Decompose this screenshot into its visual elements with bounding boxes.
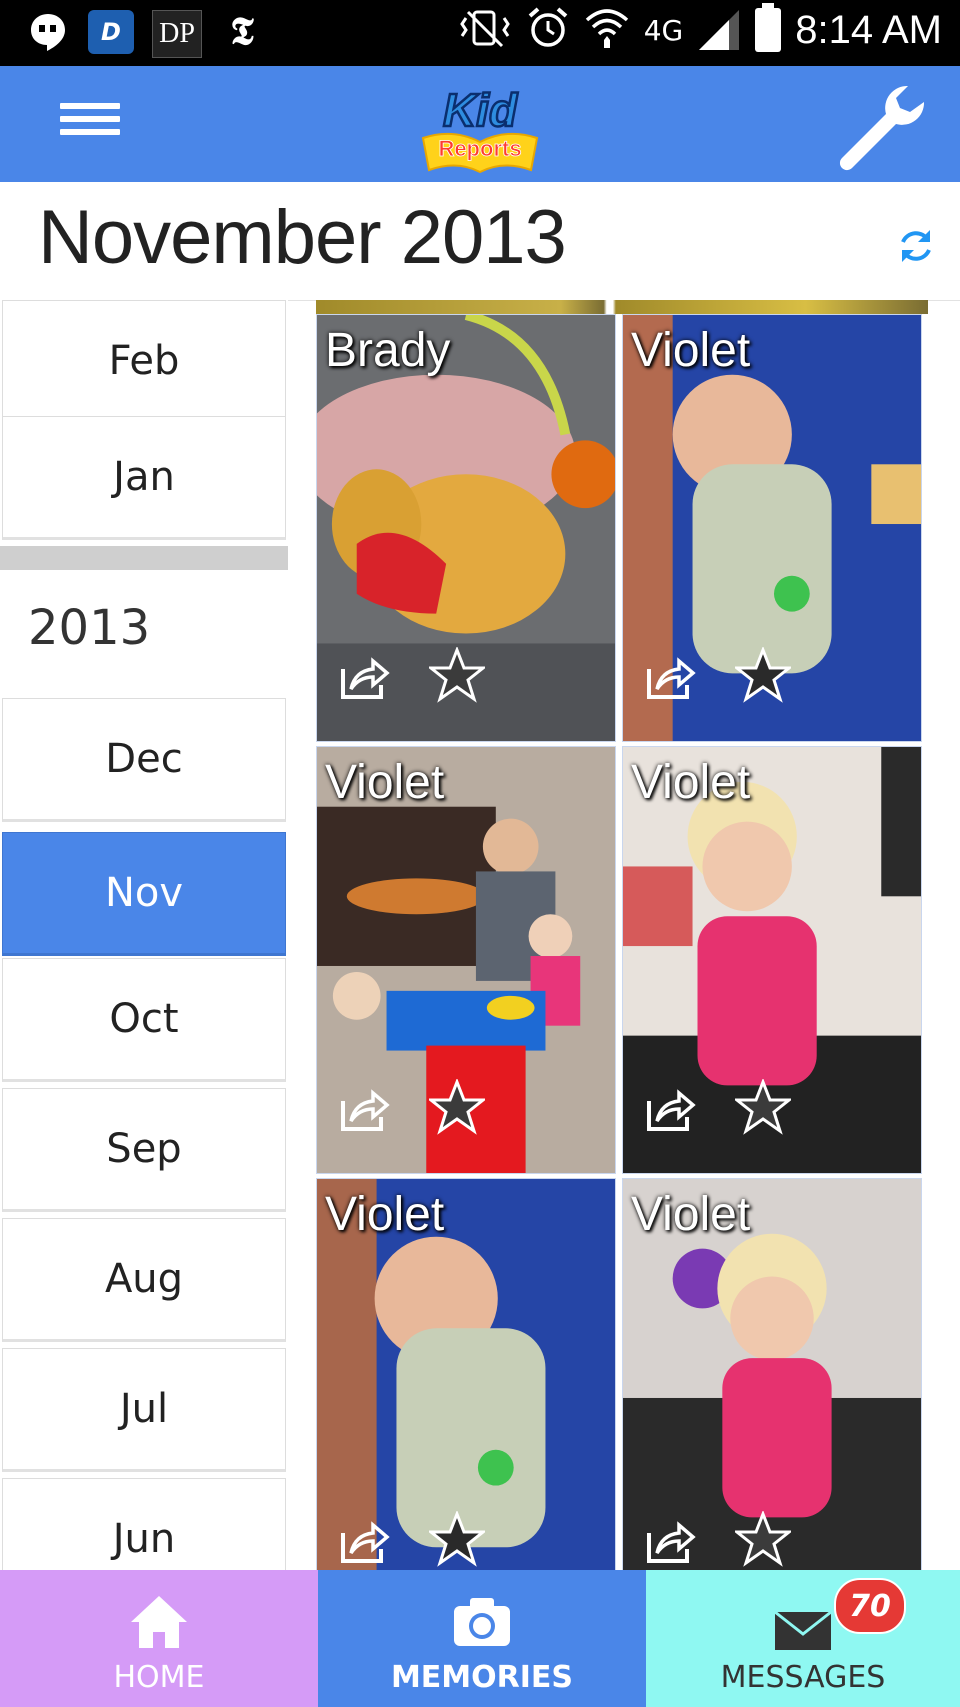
system-icons: 4G 8:14 AM [458, 3, 942, 54]
envelope-icon [774, 1610, 832, 1650]
messages-count-badge: 70 [834, 1578, 906, 1634]
photo-card[interactable]: Violet [316, 1178, 616, 1570]
month-sidebar: Feb Jan 2013 Dec Nov Oct Sep Aug Jul Jun [0, 300, 288, 1570]
star-icon[interactable] [735, 1079, 791, 1135]
wrench-icon[interactable] [828, 76, 928, 176]
refresh-icon[interactable] [896, 226, 936, 266]
month-item-nov[interactable]: Nov [2, 832, 286, 956]
star-icon[interactable] [735, 1511, 791, 1567]
tab-memories[interactable]: MEMORIES [318, 1570, 646, 1707]
photo-card[interactable]: Violet [622, 314, 922, 742]
previous-photos-edge [316, 300, 928, 314]
star-icon[interactable] [429, 1079, 485, 1135]
star-icon[interactable] [429, 1511, 485, 1567]
app-bar: Kid Reports [0, 66, 960, 182]
hamburger-menu-icon[interactable] [60, 96, 120, 146]
share-icon[interactable] [337, 1517, 391, 1567]
photo-caption: Violet [631, 1188, 751, 1241]
month-item-jan[interactable]: Jan [2, 416, 286, 540]
share-icon[interactable] [643, 653, 697, 703]
dp-app-icon: DP [152, 10, 202, 58]
photo-grid: Brady Violet Violet Violet Violet Violet [316, 300, 928, 1570]
photo-caption: Violet [631, 324, 751, 377]
tab-home-label: HOME [113, 1660, 205, 1695]
photo-card[interactable]: Violet [622, 746, 922, 1174]
hangouts-icon [26, 10, 70, 54]
d-app-icon: D [88, 10, 134, 54]
photo-card[interactable]: Brady [316, 314, 616, 742]
tab-messages[interactable]: 70 MESSAGES [646, 1570, 960, 1707]
tab-home[interactable]: HOME [0, 1570, 318, 1707]
photo-caption: Brady [325, 324, 451, 377]
month-item-aug[interactable]: Aug [2, 1218, 286, 1342]
clock: 8:14 AM [795, 7, 942, 52]
battery-icon [755, 3, 782, 52]
share-icon[interactable] [337, 1085, 391, 1135]
photo-card[interactable]: Violet [622, 1178, 922, 1570]
signal-icon [697, 8, 741, 52]
share-icon[interactable] [643, 1517, 697, 1567]
title-row: November 2013 [0, 182, 960, 301]
share-icon[interactable] [643, 1085, 697, 1135]
month-item-sep[interactable]: Sep [2, 1088, 286, 1212]
bottom-navigation: HOME MEMORIES 70 MESSAGES [0, 1570, 960, 1707]
month-item-jun[interactable]: Jun [2, 1478, 286, 1570]
logo-word-reports: Reports [438, 136, 521, 161]
month-item-jul[interactable]: Jul [2, 1348, 286, 1472]
star-icon[interactable] [735, 647, 791, 703]
photo-caption: Violet [325, 756, 445, 809]
month-item-oct[interactable]: Oct [2, 958, 286, 1082]
page-title: November 2013 [38, 195, 567, 280]
tab-messages-label: MESSAGES [720, 1660, 886, 1695]
vibrate-mute-icon [458, 6, 512, 54]
camera-icon [454, 1598, 510, 1646]
year-heading: 2013 [28, 600, 151, 656]
month-item-feb[interactable]: Feb [2, 300, 286, 424]
home-icon [131, 1596, 187, 1648]
nyt-icon: 𝕿 [230, 11, 254, 53]
photo-caption: Violet [631, 756, 751, 809]
tab-memories-label: MEMORIES [390, 1660, 574, 1695]
photo-caption: Violet [325, 1188, 445, 1241]
network-type: 4G [643, 13, 684, 47]
year-divider [0, 546, 288, 570]
photo-card[interactable]: Violet [316, 746, 616, 1174]
wifi-icon [584, 6, 630, 54]
alarm-icon [526, 6, 570, 54]
notification-icons: D DP 𝕿 [26, 10, 264, 58]
status-bar: D DP 𝕿 4G 8:14 AM [0, 0, 960, 66]
share-icon[interactable] [337, 653, 391, 703]
month-item-dec[interactable]: Dec [2, 698, 286, 822]
logo-word-kid: Kid [443, 84, 518, 136]
kid-reports-logo: Kid Reports [413, 76, 547, 174]
star-icon[interactable] [429, 647, 485, 703]
